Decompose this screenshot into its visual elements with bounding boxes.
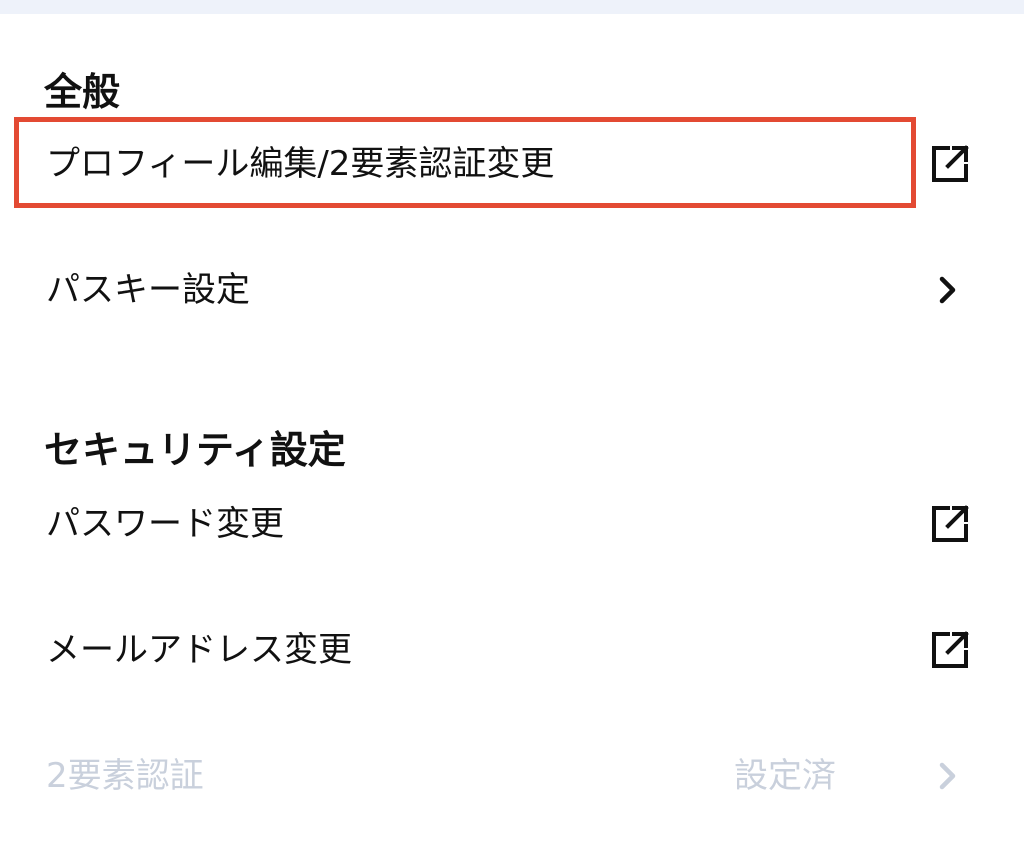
two-factor-auth-item: 2要素認証 設定済 bbox=[0, 744, 1024, 808]
passkey-settings-label: パスキー設定 bbox=[46, 270, 250, 310]
email-change-item[interactable]: メールアドレス変更 bbox=[0, 618, 1024, 682]
highlight-box bbox=[14, 117, 916, 208]
chevron-right-icon[interactable] bbox=[924, 266, 972, 314]
password-change-item[interactable]: パスワード変更 bbox=[0, 492, 1024, 556]
top-bar bbox=[0, 0, 1024, 14]
external-link-icon[interactable] bbox=[926, 626, 974, 674]
password-change-label: パスワード変更 bbox=[46, 504, 284, 544]
external-link-icon[interactable] bbox=[926, 140, 974, 188]
chevron-right-icon bbox=[924, 752, 972, 800]
section-title-security: セキュリティ設定 bbox=[44, 428, 346, 472]
external-link-icon[interactable] bbox=[926, 500, 974, 548]
section-title-general: 全般 bbox=[44, 70, 121, 114]
passkey-settings-item[interactable]: パスキー設定 bbox=[0, 258, 1024, 322]
two-factor-auth-status: 設定済 bbox=[734, 756, 836, 796]
two-factor-auth-label: 2要素認証 bbox=[46, 756, 204, 796]
email-change-label: メールアドレス変更 bbox=[46, 630, 352, 670]
